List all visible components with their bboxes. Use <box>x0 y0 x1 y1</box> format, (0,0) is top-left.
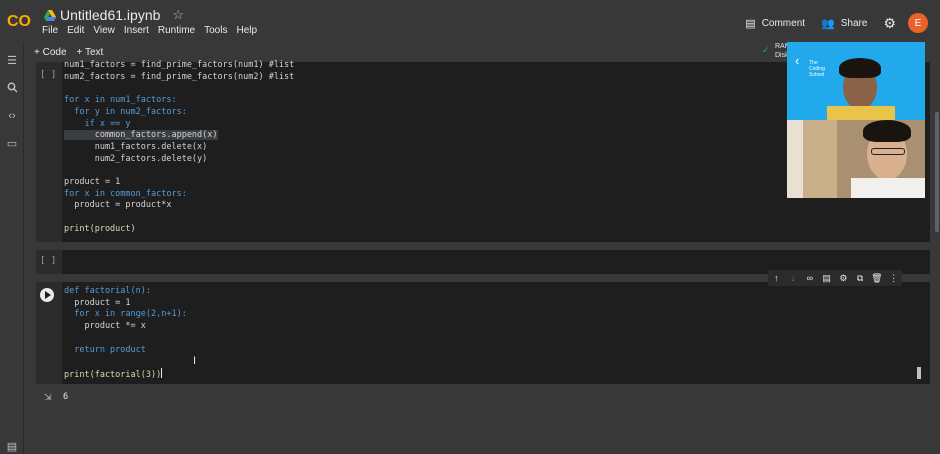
code-line: print(factorial(3)) <box>64 369 162 380</box>
code-line: def factorial(n): <box>64 286 151 296</box>
comment-label: Comment <box>761 17 806 29</box>
menu-file[interactable]: File <box>42 25 58 36</box>
add-code-button[interactable]: + Code <box>34 47 67 58</box>
code-line: for x in num1_factors: <box>64 95 177 106</box>
sidebar: ☰ ‹› ▭ ▤ <box>0 42 24 454</box>
code-line: for x in range(2,n+1): <box>64 309 187 320</box>
menu-runtime[interactable]: Runtime <box>158 25 195 36</box>
menu-tools[interactable]: Tools <box>204 25 227 36</box>
code-editor[interactable]: def factorial(n): product = 1 for x in r… <box>64 286 187 382</box>
code-line: print(product) <box>64 223 136 234</box>
add-text-button[interactable]: + Text <box>77 47 104 58</box>
output-text: 6 <box>63 392 69 402</box>
code-line: for x in common_factors: <box>64 188 187 199</box>
drive-icon <box>44 9 56 21</box>
code-line: num2_factors = find_prime_factors(num2) … <box>64 71 295 82</box>
cell-output: ⇲ 6 <box>36 386 930 408</box>
code-line: product = 1 <box>64 297 131 308</box>
code-editor[interactable]: num1_factors = find_prime_factors(num1) … <box>64 60 294 236</box>
title-row: Untitled61.ipynb ☆ <box>44 6 184 24</box>
avatar[interactable]: E <box>908 13 928 33</box>
link-icon[interactable]: ∞ <box>803 273 817 283</box>
person-shirt <box>851 178 925 198</box>
code-line: num1_factors = find_prime_factors(num1) … <box>64 60 295 70</box>
webcam-overlay: ‹ The Coding School <box>787 42 925 198</box>
comment-icon: ▤ <box>745 17 756 30</box>
output-clear-icon[interactable]: ⇲ <box>44 392 52 403</box>
text-cursor-icon: I <box>193 355 197 367</box>
code-line: num2_factors.delete(y) <box>64 153 208 164</box>
scrollbar-thumb[interactable] <box>935 112 939 232</box>
cell-execution-count[interactable]: [ ] <box>40 256 56 266</box>
menu-view[interactable]: View <box>93 25 115 36</box>
webcam-top-feed: ‹ The Coding School <box>787 42 925 126</box>
code-line: common_factors.append(x) <box>64 130 218 141</box>
header: CO Untitled61.ipynb ☆ File Edit View Ins… <box>0 0 940 42</box>
comment-icon[interactable]: ▤ <box>820 273 834 284</box>
webcam-bottom-feed <box>787 120 925 198</box>
more-icon[interactable]: ⋮ <box>887 273 901 284</box>
code-line: for y in num2_factors: <box>64 106 187 117</box>
code-line: product = 1 <box>64 177 121 188</box>
code-cell-active[interactable]: def factorial(n): product = 1 for x in r… <box>36 282 930 384</box>
delete-icon[interactable]: 🗑 <box>870 273 884 284</box>
colab-logo[interactable]: CO <box>7 9 35 31</box>
code-line: product *= x <box>64 321 146 332</box>
files-folder-icon[interactable]: ▭ <box>5 137 19 151</box>
code-line: return product <box>64 344 146 355</box>
comment-button[interactable]: ▤ Comment <box>745 17 805 30</box>
cell-gutter <box>36 62 62 242</box>
cell-toolbar: ↑ ↓ ∞ ▤ ⚙ ⧉ 🗑 ⋮ <box>768 270 902 286</box>
arrow-down-icon[interactable]: ↓ <box>786 273 800 283</box>
text-caret <box>161 367 163 378</box>
person-hair <box>863 120 911 142</box>
code-snippets-icon[interactable]: ‹› <box>5 109 19 123</box>
header-actions: ▤ Comment 👥 Share ⚙ E <box>745 13 928 33</box>
search-icon[interactable] <box>5 82 19 96</box>
menu-help[interactable]: Help <box>236 25 257 36</box>
code-line: product = product*x <box>64 200 172 211</box>
gear-icon[interactable]: ⚙ <box>836 273 850 284</box>
person-hair <box>839 58 881 78</box>
settings-gear-icon[interactable]: ⚙ <box>883 15 896 32</box>
code-line: num1_factors.delete(x) <box>64 141 208 152</box>
editor-scroll-marker <box>917 367 921 379</box>
menu-edit[interactable]: Edit <box>67 25 84 36</box>
run-cell-button[interactable] <box>40 288 54 302</box>
arrow-up-icon[interactable]: ↑ <box>769 273 783 283</box>
glasses <box>871 148 905 155</box>
scrollbar[interactable] <box>934 82 940 454</box>
menu-bar: File Edit View Insert Runtime Tools Help <box>42 25 266 36</box>
cell-execution-count[interactable]: [ ] <box>40 70 56 80</box>
share-button[interactable]: 👥 Share <box>821 17 867 30</box>
terminal-icon[interactable]: ▤ <box>5 440 19 454</box>
share-people-icon: 👥 <box>821 17 835 30</box>
connected-check-icon: ✓ <box>762 45 770 55</box>
notebook-title[interactable]: Untitled61.ipynb <box>60 7 160 23</box>
mirror-icon[interactable]: ⧉ <box>853 273 867 284</box>
svg-text:CO: CO <box>7 13 31 30</box>
background-door <box>787 120 803 198</box>
star-icon[interactable]: ☆ <box>172 7 184 23</box>
share-label: Share <box>840 17 868 29</box>
menu-insert[interactable]: Insert <box>124 25 149 36</box>
code-line: if x == y <box>64 118 131 129</box>
table-of-contents-icon[interactable]: ☰ <box>5 54 19 68</box>
